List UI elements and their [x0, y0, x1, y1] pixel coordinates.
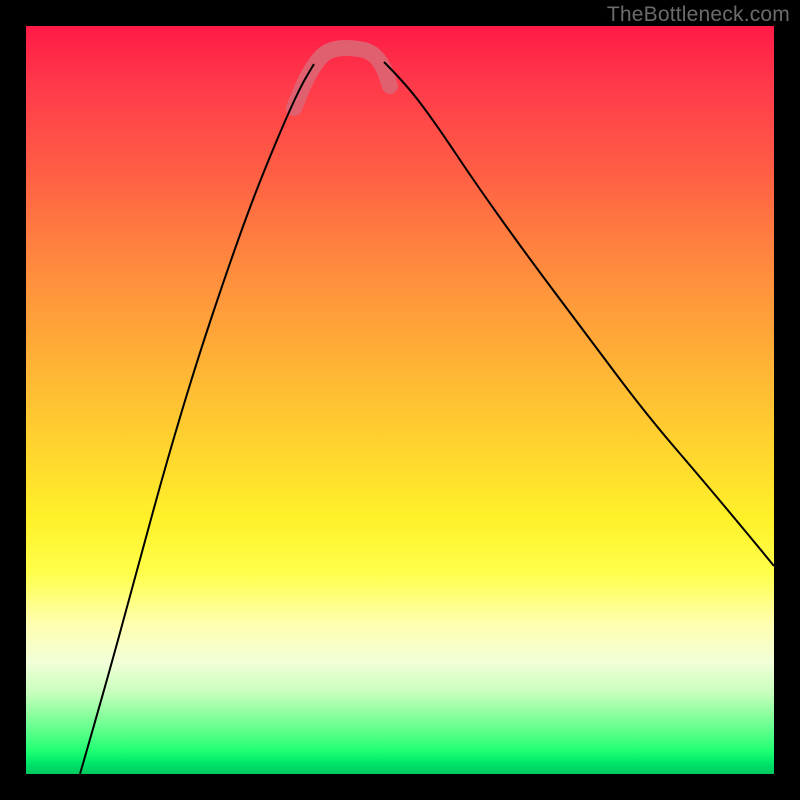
app-frame: TheBottleneck.com	[0, 0, 800, 800]
left-fall-curve	[80, 64, 314, 774]
watermark-text: TheBottleneck.com	[607, 3, 790, 27]
plot-area	[26, 26, 774, 774]
curve-layer	[26, 26, 774, 774]
valley-marker	[294, 48, 390, 108]
right-rise-curve	[384, 62, 774, 566]
